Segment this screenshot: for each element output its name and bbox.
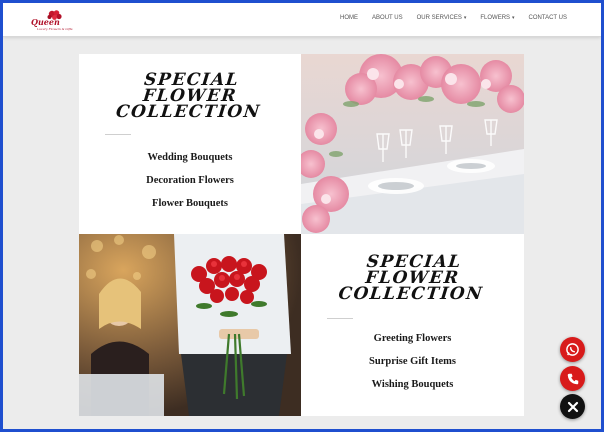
collection-item-wishing-bouquets[interactable]: Wishing Bouquets [301,373,524,396]
wedding-table-illustration [301,54,524,234]
nav-our-services-label: OUR SERVICES [416,15,462,21]
collection-item-surprise-gift-items[interactable]: Surprise Gift Items [301,350,524,373]
phone-call-button[interactable] [560,366,585,391]
collection-panel-1: SPECIAL FLOWER COLLECTION Wedding Bouque… [79,54,301,234]
phone-icon [567,373,578,384]
collection-heading-1: SPECIAL FLOWER COLLECTION [76,70,303,122]
close-floating-button[interactable] [560,394,585,419]
caret-down-icon: ▾ [463,15,467,21]
collection-heading-2: SPECIAL FLOWER COLLECTION [298,252,526,304]
nav-about-us[interactable]: ABOUT US [372,15,403,21]
collection-item-flower-bouquets[interactable]: Flower Bouquets [79,192,301,215]
roses-surprise-photo [79,234,301,416]
nav-about-us-label: ABOUT US [372,15,403,21]
logo-wordmark: Queen [31,17,60,27]
collection-panel-2: SPECIAL FLOWER COLLECTION Greeting Flowe… [301,234,524,416]
nav-home-label: HOME [340,15,359,21]
browser-viewport: Queen Luxury Flowers & Gifts HOME ABOUT … [3,3,601,429]
close-icon [567,401,578,412]
caret-down-icon: ▾ [512,15,515,21]
heading-line: COLLECTION [337,284,485,304]
collection-list-2: Greeting Flowers Surprise Gift Items Wis… [301,327,524,396]
roses-surprise-illustration [79,234,301,416]
whatsapp-icon [566,343,579,356]
heading-line: COLLECTION [114,102,262,122]
collection-list-1: Wedding Bouquets Decoration Flowers Flow… [79,146,301,215]
divider [105,134,131,135]
collection-item-greeting-flowers[interactable]: Greeting Flowers [301,327,524,350]
collection-item-wedding-bouquets[interactable]: Wedding Bouquets [79,146,301,169]
collection-grid: SPECIAL FLOWER COLLECTION Wedding Bouque… [79,54,524,416]
wedding-table-photo [301,54,524,234]
nav-contact-us[interactable]: CONTACT US [529,15,567,21]
site-logo[interactable]: Queen Luxury Flowers & Gifts [31,9,77,33]
main-menu: HOME ABOUT US OUR SERVICES ▾ FLOWERS ▾ CON… [326,15,567,21]
logo-tagline: Luxury Flowers & Gifts [37,27,73,31]
divider [327,318,353,319]
nav-flowers[interactable]: FLOWERS ▾ [480,15,514,21]
nav-our-services[interactable]: OUR SERVICES ▾ [417,15,467,21]
nav-home[interactable]: HOME [340,15,358,21]
whatsapp-button[interactable] [560,337,585,362]
nav-contact-us-label: CONTACT US [528,15,567,21]
top-navbar: Queen Luxury Flowers & Gifts HOME ABOUT … [3,3,601,37]
collection-item-decoration-flowers[interactable]: Decoration Flowers [79,169,301,192]
nav-flowers-label: FLOWERS [480,15,511,21]
